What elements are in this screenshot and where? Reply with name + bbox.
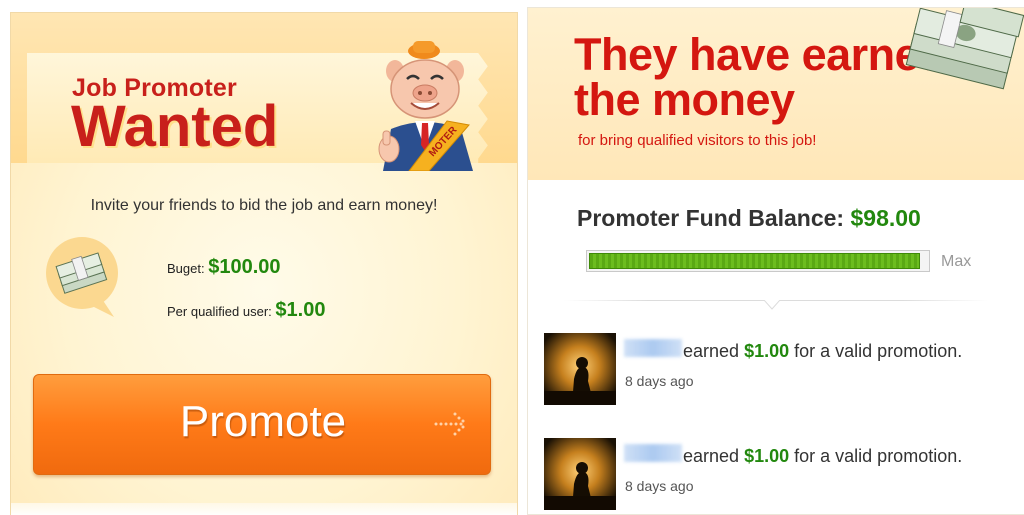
activity-text: earned $1.00 for a valid promotion. — [683, 341, 962, 362]
fund-progress-bar — [586, 250, 930, 272]
divider-notch — [764, 300, 780, 310]
activity-time: 8 days ago — [625, 373, 694, 389]
job-promoter-banner: Job Promoter Wanted MOTER — [11, 13, 517, 171]
activity-item: earned $1.00 for a valid promotion. 8 da… — [544, 333, 1014, 405]
user-avatar-icon[interactable] — [544, 438, 616, 510]
job-promoter-panel: Job Promoter Wanted MOTER Invite your fr… — [10, 12, 518, 515]
left-panel-footer — [11, 503, 517, 515]
banner-title-line2: Wanted — [71, 94, 279, 159]
fund-max-label: Max — [941, 253, 972, 270]
money-stack-icon — [46, 237, 118, 317]
earned-panel: They have earned the money for bring qua… — [527, 7, 1024, 515]
promote-button[interactable]: Promote — [33, 374, 491, 475]
activity-text: earned $1.00 for a valid promotion. — [683, 446, 962, 467]
user-avatar-icon[interactable] — [544, 333, 616, 405]
activity-amount: $1.00 — [744, 341, 790, 361]
activity-action: earned — [683, 341, 740, 361]
promote-button-label: Promote — [179, 397, 347, 446]
earned-subtitle: for bring qualified visitors to this job… — [578, 132, 817, 149]
activity-action: earned — [683, 446, 740, 466]
per-user-row: Per qualified user: $1.00 — [167, 299, 325, 322]
activity-amount: $1.00 — [744, 446, 790, 466]
arrow-right-icon — [434, 412, 465, 436]
activity-time: 8 days ago — [625, 478, 694, 494]
user-name-blurred[interactable] — [624, 339, 682, 357]
budget-row: Buget: $100.00 — [167, 256, 281, 279]
activity-suffix: for a valid promotion. — [794, 446, 963, 466]
fund-balance: Promoter Fund Balance: $98.00 — [577, 205, 921, 232]
pig-mascot-icon: MOTER — [378, 41, 473, 171]
cash-stack-icon — [905, 8, 1024, 90]
fund-balance-label: Promoter Fund Balance: — [577, 205, 845, 231]
per-user-value: $1.00 — [275, 299, 326, 321]
user-name-blurred[interactable] — [624, 444, 682, 462]
activity-suffix: for a valid promotion. — [794, 341, 963, 361]
fund-progress-fill — [589, 253, 921, 269]
invite-text: Invite your friends to bid the job and e… — [90, 197, 438, 214]
fund-balance-value: $98.00 — [850, 205, 921, 231]
budget-label: Buget: — [167, 261, 205, 276]
earned-banner: They have earned the money for bring qua… — [528, 8, 1024, 180]
budget-value: $100.00 — [208, 256, 281, 278]
per-user-label: Per qualified user: — [167, 304, 272, 319]
activity-item: earned $1.00 for a valid promotion. 8 da… — [544, 438, 1014, 510]
